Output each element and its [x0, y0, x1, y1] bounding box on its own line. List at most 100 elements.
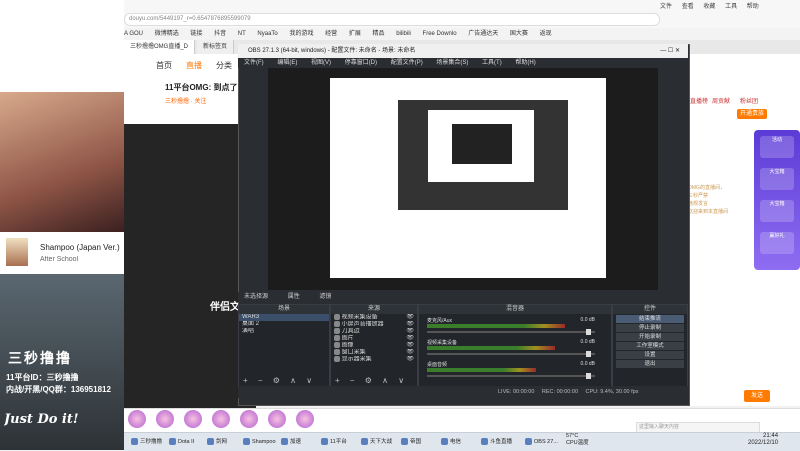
taskbar-item[interactable]: 剑网	[206, 435, 227, 449]
eye-icon[interactable]: 👁	[406, 321, 414, 328]
scene-item[interactable]: 演唱	[239, 328, 329, 335]
bookmark-item[interactable]: A GOU	[124, 31, 143, 37]
menu-view[interactable]: 查看	[682, 4, 694, 10]
tray-temperature[interactable]: 57°C CPU温度	[566, 433, 589, 447]
bookmark-item[interactable]: 微博精选	[155, 31, 179, 37]
taskbar-item[interactable]: OBS 27...	[524, 435, 558, 449]
video-player[interactable]	[124, 124, 256, 408]
source-toolbar[interactable]: + − ⚙ ∧ ∨	[335, 376, 408, 385]
bookmark-item[interactable]: NT	[238, 31, 246, 37]
gift-icon[interactable]	[267, 410, 286, 428]
open-noble-button[interactable]: 开通贵族	[737, 109, 767, 119]
browser-tab-live[interactable]: 三秒撸撸OMG直播_D	[124, 40, 196, 54]
filters-button[interactable]: 滤镜	[319, 294, 331, 300]
source-item[interactable]: 显示器采集 👁	[331, 356, 417, 363]
volume-slider[interactable]	[427, 329, 595, 335]
taskbar-item[interactable]: Shampoo	[242, 435, 276, 449]
source-item[interactable]: 小屏声音播放器 👁	[331, 321, 417, 328]
promo-item[interactable]: 大宝箱	[760, 200, 794, 222]
bookmark-item[interactable]: Free Downlo	[423, 31, 457, 37]
bookmark-item[interactable]: 链接	[190, 31, 202, 37]
properties-button[interactable]: 属性	[288, 294, 300, 300]
volume-slider-handle[interactable]	[586, 351, 591, 357]
bookmark-item[interactable]: 经营	[325, 31, 337, 37]
tab-rank[interactable]: 直播榜	[690, 96, 708, 105]
studio-mode-button[interactable]: 工作室模式	[616, 342, 684, 350]
bookmark-item[interactable]: 返现	[540, 31, 552, 37]
taskbar-item[interactable]: 加速	[280, 435, 301, 449]
promo-panel[interactable]: 活动 大宝箱 大宝箱 赢好礼	[754, 130, 800, 270]
promo-item[interactable]: 大宝箱	[760, 168, 794, 190]
exit-button[interactable]: 退出	[616, 360, 684, 368]
bookmark-item[interactable]: bilibili	[396, 31, 411, 37]
obs-menu-profile[interactable]: 配置文件(P)	[391, 60, 423, 66]
eye-icon[interactable]: 👁	[406, 349, 414, 356]
eye-icon[interactable]: 👁	[406, 335, 414, 342]
gift-icon[interactable]	[295, 410, 314, 428]
volume-slider[interactable]	[427, 373, 595, 379]
obs-menu-edit[interactable]: 编辑(E)	[277, 60, 297, 66]
scene-toolbar[interactable]: + − ⚙ ∧ ∨	[243, 376, 316, 385]
obs-menu-scenes[interactable]: 场景集合(S)	[436, 60, 468, 66]
menu-help[interactable]: 帮助	[747, 4, 759, 10]
stop-streaming-button[interactable]: 结束推流	[616, 315, 684, 323]
scene-item[interactable]: 桌面 2	[239, 321, 329, 328]
volume-slider-handle[interactable]	[586, 373, 591, 379]
source-item[interactable]: 窗口采集 👁	[331, 349, 417, 356]
tab-contribution[interactable]: 周贡献	[712, 96, 730, 105]
taskbar-item[interactable]: 电信	[440, 435, 461, 449]
menu-tools[interactable]: 工具	[725, 4, 737, 10]
eye-icon[interactable]: 👁	[406, 342, 414, 349]
promo-item[interactable]: 赢好礼	[760, 232, 794, 254]
volume-slider[interactable]	[427, 351, 595, 357]
taskbar-item[interactable]: 斗鱼直播	[480, 435, 512, 449]
browser-tab-new[interactable]: 新标签页	[196, 40, 234, 54]
gift-icon[interactable]	[239, 410, 258, 428]
window-controls[interactable]: — ☐ ✕	[660, 44, 680, 58]
obs-menu-help[interactable]: 帮助(H)	[515, 60, 535, 66]
settings-button[interactable]: 设置	[616, 351, 684, 359]
gift-icon[interactable]	[128, 410, 146, 428]
promo-item[interactable]: 活动	[760, 136, 794, 158]
bookmark-item[interactable]: 扩展	[349, 31, 361, 37]
source-item[interactable]: 图像 👁	[331, 342, 417, 349]
tray-clock[interactable]: 21:44 2022/12/10	[748, 433, 778, 447]
gift-icon[interactable]	[183, 410, 202, 428]
source-item[interactable]: 图片 👁	[331, 335, 417, 342]
taskbar-item[interactable]: 帝国	[400, 435, 421, 449]
stop-recording-button[interactable]: 停止录制	[616, 324, 684, 332]
bookmark-item[interactable]: 精品	[373, 31, 385, 37]
menu-file[interactable]: 文件	[660, 4, 672, 10]
bookmark-item[interactable]: NyaaTo	[257, 31, 277, 37]
taskbar-item[interactable]: 天下大战	[360, 435, 392, 449]
bookmark-item[interactable]: 我的游戏	[289, 31, 313, 37]
send-button[interactable]: 发送	[744, 390, 770, 402]
address-bar[interactable]: douyu.com/5449197_r=0.6547876895599079	[124, 13, 660, 26]
eye-icon[interactable]: 👁	[406, 356, 414, 363]
gift-icon[interactable]	[211, 410, 230, 428]
obs-menu-docks[interactable]: 停靠窗口(D)	[345, 60, 377, 66]
gift-icon[interactable]	[155, 410, 174, 428]
taskbar-item[interactable]: 11平台	[320, 435, 347, 449]
bookmark-item[interactable]: 广告通达天	[468, 31, 498, 37]
obs-menu-file[interactable]: 文件(F)	[244, 60, 264, 66]
bookmark-item[interactable]: 国大赛	[510, 31, 528, 37]
scene-item[interactable]: WAR3	[239, 314, 329, 321]
eye-icon[interactable]: 👁	[406, 328, 414, 335]
menu-favorites[interactable]: 收藏	[703, 4, 715, 10]
volume-slider-handle[interactable]	[586, 329, 591, 335]
source-item[interactable]: 视频采集设备 👁	[331, 314, 417, 321]
taskbar-item[interactable]: 三秒撸撸	[130, 435, 162, 449]
taskbar-item[interactable]: Dota II	[168, 435, 194, 449]
nav-home[interactable]: 首页	[156, 60, 172, 71]
eye-icon[interactable]: 👁	[406, 314, 414, 321]
bookmark-item[interactable]: 抖音	[214, 31, 226, 37]
room-subtitle[interactable]: 三秒撸撸 · 关注	[165, 96, 206, 105]
source-item[interactable]: 刀具边 👁	[331, 328, 417, 335]
nav-category[interactable]: 分类	[216, 60, 232, 71]
obs-menu-view[interactable]: 视图(V)	[311, 60, 331, 66]
obs-menu-tools[interactable]: 工具(T)	[482, 60, 502, 66]
nav-live[interactable]: 直播	[186, 60, 202, 71]
start-recording-button[interactable]: 开始录制	[616, 333, 684, 341]
tab-fans[interactable]: 粉丝团	[740, 96, 758, 105]
